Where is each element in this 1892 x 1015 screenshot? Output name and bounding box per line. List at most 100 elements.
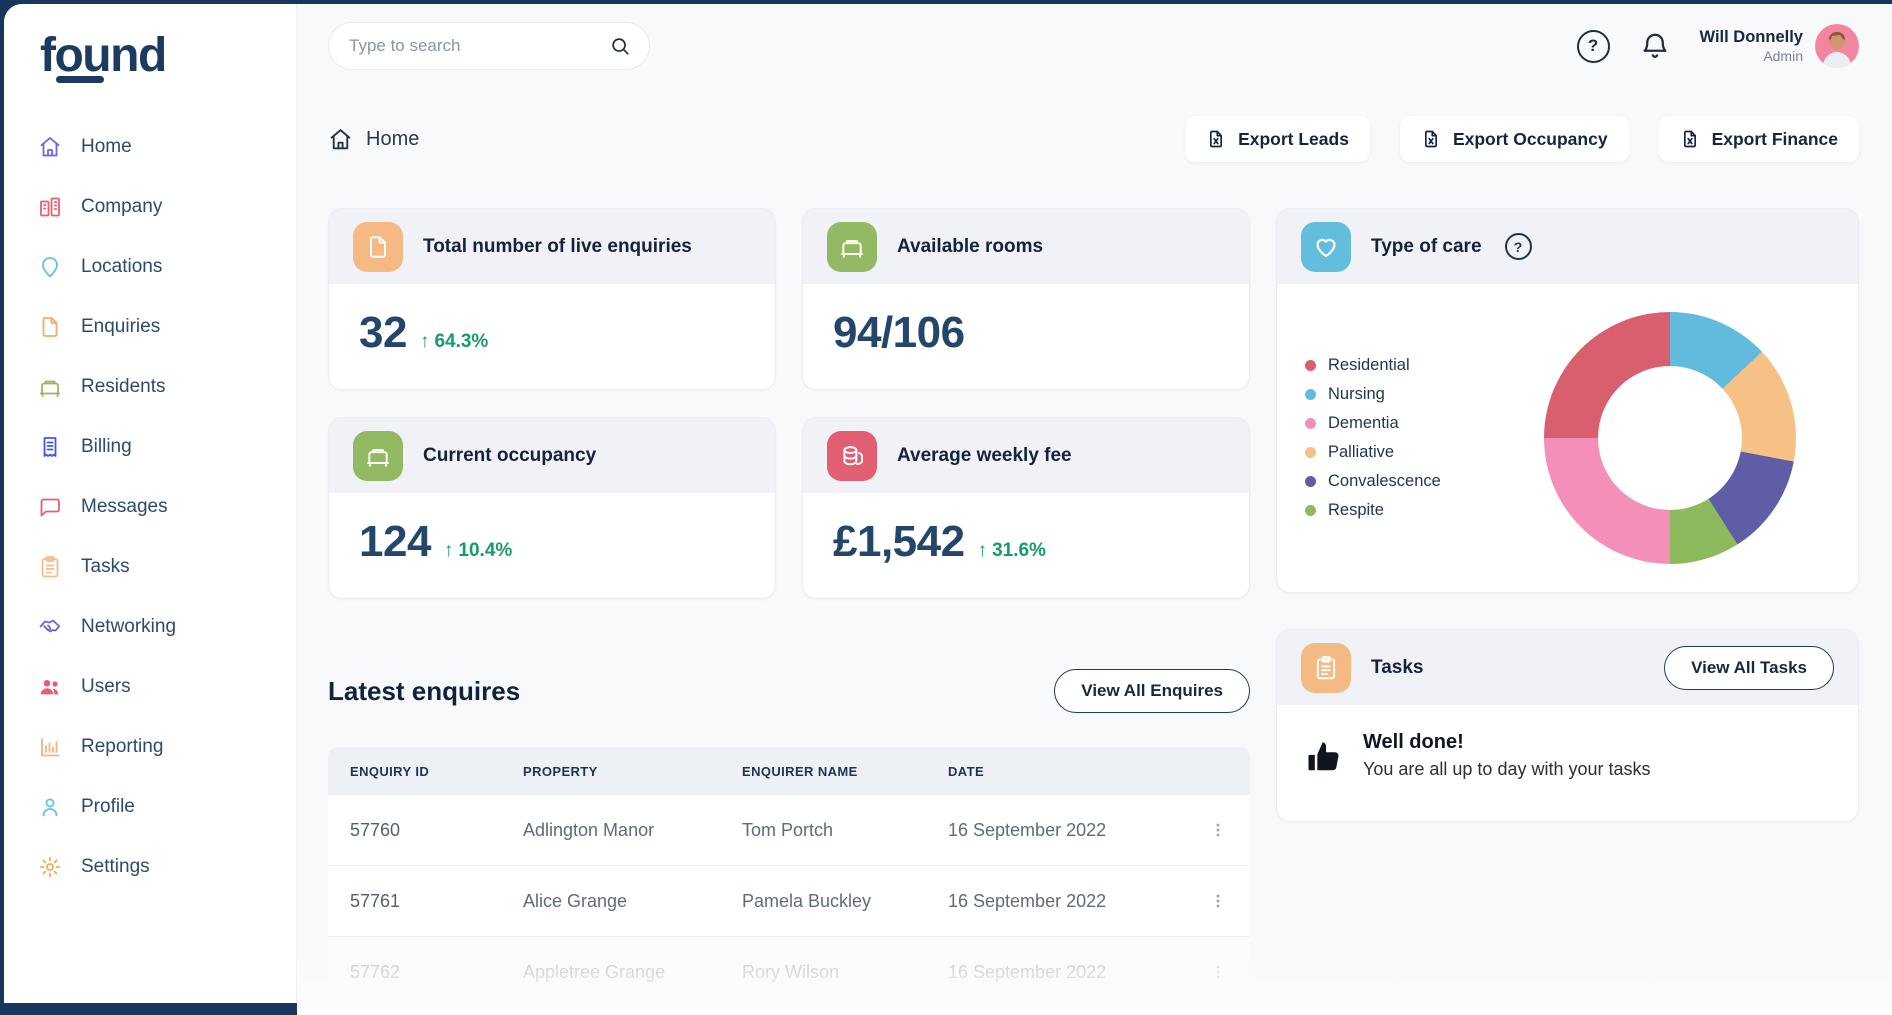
clipboard-icon <box>1313 655 1339 681</box>
stat-card-current-occupancy: Current occupancy 124 10.4% <box>328 417 776 599</box>
cell-enquirer-name: Rory Wilson <box>742 962 948 983</box>
sidebar-item-company[interactable]: Company <box>38 177 296 237</box>
legend-label: Convalescence <box>1328 472 1441 491</box>
thumbs-up-icon <box>1305 737 1343 775</box>
cell-property: Alice Grange <box>523 891 742 912</box>
legend-dot <box>1305 360 1316 371</box>
export-button-export-finance[interactable]: Export Finance <box>1659 116 1859 162</box>
export-buttons: Export Leads Export Occupancy Export Fin… <box>1185 116 1859 162</box>
help-icon[interactable] <box>1577 30 1610 63</box>
kebab-icon[interactable] <box>1208 820 1228 840</box>
cell-enquiry-id: 57760 <box>350 820 523 841</box>
stat-card-available-rooms: Available rooms 94/106 <box>802 208 1250 390</box>
stat-card-total-number-of-live-enquiries: Total number of live enquiries 32 64.3% <box>328 208 776 390</box>
export-button-label: Export Finance <box>1712 129 1838 150</box>
tasks-message-title: Well done! <box>1363 731 1651 754</box>
sidebar-item-label: Users <box>81 676 131 698</box>
sidebar-item-label: Residents <box>81 376 166 398</box>
sidebar-item-enquiries[interactable]: Enquiries <box>38 297 296 357</box>
stat-card-header: Available rooms <box>803 209 1249 284</box>
sidebar-item-billing[interactable]: Billing <box>38 417 296 477</box>
legend-item-palliative: Palliative <box>1305 438 1441 467</box>
table-row-57760[interactable]: 57760 Adlington Manor Tom Portch 16 Sept… <box>328 795 1250 866</box>
legend-label: Residential <box>1328 356 1410 375</box>
home-icon <box>38 135 62 159</box>
view-all-tasks-button[interactable]: View All Tasks <box>1664 646 1834 690</box>
sidebar-item-messages[interactable]: Messages <box>38 477 296 537</box>
kebab-icon[interactable] <box>1208 962 1228 982</box>
stat-card-body: 32 64.3% <box>329 284 775 358</box>
sidebar-item-residents[interactable]: Residents <box>38 357 296 417</box>
legend-dot <box>1305 389 1316 400</box>
legend-dot <box>1305 476 1316 487</box>
page-header: Home Export Leads Export Occupancy Expor… <box>328 116 1859 162</box>
sidebar-item-label: Locations <box>81 256 162 278</box>
sidebar-item-tasks[interactable]: Tasks <box>38 537 296 597</box>
type-of-care-body: Residential Nursing Dementia Palliativ <box>1277 284 1858 592</box>
home-icon <box>328 127 353 152</box>
stat-card-header: Total number of live enquiries <box>329 209 775 284</box>
buildings-icon <box>38 195 62 219</box>
topbar: Will Donnelly Admin <box>328 20 1859 72</box>
legend-dot <box>1305 505 1316 516</box>
view-all-enquiries-button[interactable]: View All Enquires <box>1054 669 1250 713</box>
cell-property: Appletree Grange <box>523 962 742 983</box>
legend-dot <box>1305 418 1316 429</box>
user-info: Will Donnelly Admin <box>1700 28 1803 64</box>
sidebar-item-reporting[interactable]: Reporting <box>38 717 296 777</box>
stat-cards: Total number of live enquiries 32 64.3% <box>328 208 1250 599</box>
stat-value: 32 <box>359 308 407 358</box>
sidebar-item-label: Networking <box>81 616 176 638</box>
sidebar-item-profile[interactable]: Profile <box>38 777 296 837</box>
bed-icon <box>839 234 865 260</box>
logo-ou: ou <box>54 29 110 82</box>
cell-enquirer-name: Pamela Buckley <box>742 891 948 912</box>
cell-date: 16 September 2022 <box>948 820 1198 841</box>
window-chrome-strip <box>0 1003 297 1015</box>
sidebar-item-label: Settings <box>81 856 150 878</box>
handshake-icon <box>38 615 62 639</box>
enquiries-table-body: 57760 Adlington Manor Tom Portch 16 Sept… <box>328 795 1250 1008</box>
latest-enquiries-title: Latest enquires <box>328 676 520 707</box>
export-button-export-leads[interactable]: Export Leads <box>1185 116 1370 162</box>
export-button-export-occupancy[interactable]: Export Occupancy <box>1400 116 1629 162</box>
legend-item-convalescence: Convalescence <box>1305 467 1441 496</box>
tasks-card-header: Tasks View All Tasks <box>1277 630 1858 705</box>
tasks-card-body: Well done! You are all up to day with yo… <box>1277 705 1858 780</box>
table-row-57762[interactable]: 57762 Appletree Grange Rory Wilson 16 Se… <box>328 937 1250 1008</box>
sidebar-item-locations[interactable]: Locations <box>38 237 296 297</box>
sidebar-item-users[interactable]: Users <box>38 657 296 717</box>
stat-card-header: Current occupancy <box>329 418 775 493</box>
document-icon <box>365 234 391 260</box>
user-role: Admin <box>1700 48 1803 64</box>
sidebar-item-home[interactable]: Home <box>38 117 296 177</box>
cell-date: 16 September 2022 <box>948 962 1198 983</box>
dashboard: Total number of live enquiries 32 64.3% <box>328 208 1859 1008</box>
column-header: ENQUIRY ID <box>350 764 523 779</box>
stat-change: 64.3% <box>420 331 488 353</box>
sidebar-item-networking[interactable]: Networking <box>38 597 296 657</box>
excel-file-icon <box>1421 129 1441 149</box>
search-icon[interactable] <box>609 35 631 57</box>
bell-icon[interactable] <box>1640 31 1670 61</box>
avatar[interactable] <box>1815 24 1859 68</box>
tasks-card: Tasks View All Tasks Well done! You are … <box>1276 629 1859 822</box>
breadcrumb[interactable]: Home <box>328 127 419 152</box>
document-icon <box>38 315 62 339</box>
search-bar <box>328 22 650 70</box>
stat-card-body: £1,542 31.6% <box>803 493 1249 567</box>
increase-arrow-icon <box>420 331 430 353</box>
table-row-57761[interactable]: 57761 Alice Grange Pamela Buckley 16 Sep… <box>328 866 1250 937</box>
search-input[interactable] <box>349 36 609 56</box>
sidebar-nav: Home Company Locations Enquiries Residen… <box>38 117 296 897</box>
sidebar-item-label: Home <box>81 136 132 158</box>
sidebar-item-settings[interactable]: Settings <box>38 837 296 897</box>
kebab-icon[interactable] <box>1208 891 1228 911</box>
type-of-care-header: Type of care <box>1277 209 1858 284</box>
chart-legend: Residential Nursing Dementia Palliativ <box>1305 351 1441 525</box>
brand-logo[interactable]: found <box>40 28 296 83</box>
sidebar-item-label: Company <box>81 196 162 218</box>
stat-card-title: Available rooms <box>897 236 1043 258</box>
user-menu[interactable]: Will Donnelly Admin <box>1700 24 1859 68</box>
help-icon[interactable] <box>1505 233 1532 260</box>
